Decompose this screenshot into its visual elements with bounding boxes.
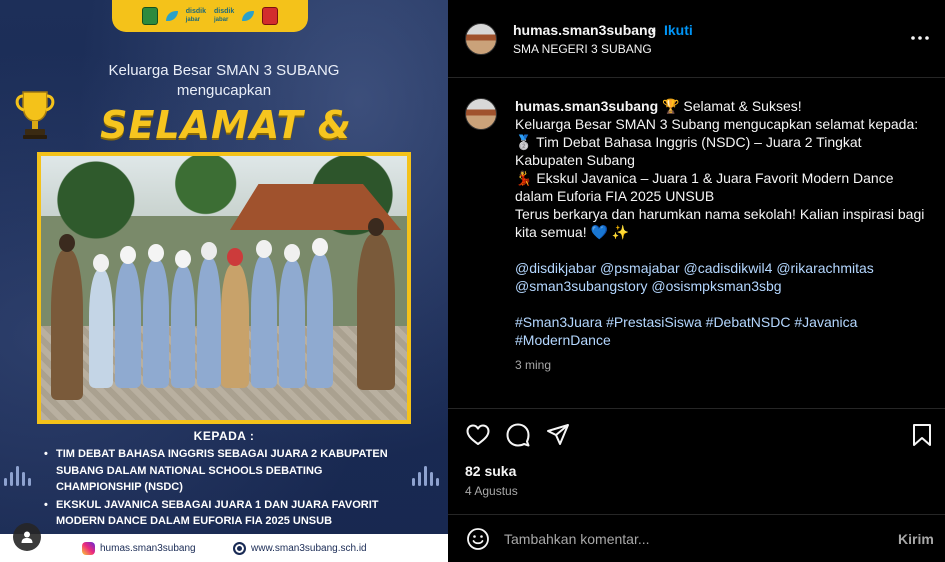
caption-line-3: 🥈 Tim Debat Bahasa Inggris (NSDC) – Juar…	[515, 134, 862, 168]
globe-icon	[233, 542, 246, 555]
photo-person	[89, 270, 113, 388]
photo-person-head	[93, 254, 109, 272]
recipients-list: TIM DEBAT BAHASA INGGRIS SEBAGAI JUARA 2…	[44, 446, 406, 531]
emoji-icon[interactable]	[465, 526, 491, 552]
subang-emblem-icon	[262, 7, 279, 25]
hashtag-link[interactable]: #DebatNSDC	[706, 314, 791, 330]
caption-username[interactable]: humas.sman3subang	[515, 98, 658, 114]
user-icon	[21, 531, 33, 543]
group-photo	[37, 152, 411, 424]
footer-website-url: www.sman3subang.sch.id	[251, 543, 367, 554]
comment-input[interactable]	[504, 529, 864, 549]
photo-person	[221, 264, 249, 388]
post-panel: humas.sman3subang • Ikuti SMA NEGERI 3 S…	[448, 0, 945, 562]
post-date[interactable]: 4 Agustus	[465, 484, 518, 498]
hashtag-link[interactable]: #Javanica	[794, 314, 857, 330]
footer-instagram: humas.sman3subang	[82, 542, 196, 555]
partner-logo-2-sub: jabar	[214, 17, 229, 23]
partner-logo-2-label: disdik	[214, 8, 235, 15]
comment-bar: Kirim	[448, 514, 945, 562]
location-label[interactable]: SMA NEGERI 3 SUBANG	[513, 42, 652, 56]
photo-person	[279, 260, 305, 388]
disdik-logo-icon	[242, 11, 255, 21]
photo-person	[115, 262, 141, 388]
photo-person-head	[256, 240, 272, 258]
logo-tab: disdik jabar disdik jabar	[112, 0, 308, 32]
author-avatar[interactable]	[465, 23, 497, 55]
post-comment-button[interactable]: Kirim	[898, 531, 934, 547]
photo-person-head	[284, 244, 300, 262]
bookmark-icon[interactable]	[909, 422, 935, 448]
greeting-line-2: mengucapkan	[176, 82, 272, 99]
follow-button[interactable]: Ikuti	[664, 22, 693, 38]
photo-person	[171, 266, 195, 388]
share-icon[interactable]	[545, 422, 571, 448]
caption-line-5: Terus berkarya dan harumkan nama sekolah…	[515, 206, 925, 240]
tagged-users-button[interactable]	[13, 523, 41, 551]
photo-person	[357, 234, 395, 390]
header-separator: •	[651, 22, 656, 38]
comment-icon[interactable]	[505, 422, 531, 448]
caption-line-1: 🏆 Selamat & Sukses!	[662, 98, 802, 114]
photo-person	[197, 258, 221, 388]
post-header: humas.sman3subang • Ikuti SMA NEGERI 3 S…	[448, 0, 945, 78]
post-caption: humas.sman3subang 🏆 Selamat & Sukses! Ke…	[515, 97, 927, 349]
photo-person-head	[120, 246, 136, 264]
sound-wave-right-icon	[408, 462, 446, 490]
partner-logo-1-sub: jabar	[185, 17, 201, 23]
actions-bar: 82 suka 4 Agustus	[448, 408, 945, 518]
mention-link[interactable]: @disdikjabar	[515, 260, 596, 276]
caption-hashtags: #Sman3Juara #PrestasiSiswa #DebatNSDC #J…	[515, 313, 927, 349]
post-image[interactable]: disdik jabar disdik jabar Keluarga Besar…	[0, 0, 448, 562]
partner-logo-2: disdik jabar	[214, 8, 234, 24]
recipients-label: KEPADA :	[193, 429, 255, 443]
trophy-icon	[15, 91, 55, 139]
caption-line-2: Keluarga Besar SMAN 3 Subang mengucapkan…	[515, 116, 919, 132]
recipient-item: TIM DEBAT BAHASA INGGRIS SEBAGAI JUARA 2…	[44, 446, 406, 496]
photo-person	[307, 254, 333, 388]
image-footer: humas.sman3subang www.sman3subang.sch.id	[0, 534, 448, 562]
caption-avatar[interactable]	[465, 98, 497, 130]
mention-link[interactable]: @psmajabar	[600, 260, 680, 276]
caption-first-line: humas.sman3subang 🏆 Selamat & Sukses!	[515, 97, 927, 115]
photo-person-head	[175, 250, 191, 268]
hashtag-link[interactable]: #PrestasiSiswa	[606, 314, 702, 330]
sound-wave-left-icon	[2, 462, 40, 490]
caption-line-4: 💃 Ekskul Javanica – Juara 1 & Juara Favo…	[515, 170, 894, 204]
heart-icon[interactable]	[465, 422, 491, 448]
photo-person	[143, 260, 169, 388]
photo-person-head	[368, 218, 384, 236]
photo-person-head	[148, 244, 164, 262]
hashtag-link[interactable]: #Sman3Juara	[515, 314, 602, 330]
photo-person	[51, 250, 83, 400]
greeting-line-1: Keluarga Besar SMAN 3 SUBANG	[108, 62, 340, 79]
mention-link[interactable]: @sman3subangstory	[515, 278, 648, 294]
hashtag-link[interactable]: #ModernDance	[515, 332, 611, 348]
instagram-icon	[82, 542, 95, 555]
like-count[interactable]: 82 suka	[465, 463, 516, 479]
partner-logo-1: disdik jabar	[186, 8, 206, 24]
caption-gap	[515, 295, 927, 313]
footer-instagram-handle: humas.sman3subang	[100, 543, 196, 554]
mention-link[interactable]: @rikarachmitas	[776, 260, 873, 276]
photo-person-head	[201, 242, 217, 260]
photo-person-head	[312, 238, 328, 256]
caption-gap	[515, 241, 927, 259]
photo-person	[251, 256, 277, 388]
footer-website: www.sman3subang.sch.id	[233, 542, 367, 555]
disdik-logo-icon	[165, 11, 178, 21]
photo-person-head	[227, 248, 243, 266]
photo-person-head	[59, 234, 75, 252]
partner-logo-1-label: disdik	[185, 8, 206, 15]
author-username[interactable]: humas.sman3subang	[513, 22, 656, 38]
caption-time[interactable]: 3 ming	[515, 358, 551, 372]
mention-link[interactable]: @osismpksman3sbg	[651, 278, 781, 294]
west-java-emblem-icon	[141, 7, 158, 25]
more-options-icon[interactable]	[909, 28, 931, 48]
recipient-item: EKSKUL JAVANICA SEBAGAI JUARA 1 DAN JUAR…	[44, 497, 406, 530]
mention-link[interactable]: @cadisdikwil4	[684, 260, 773, 276]
caption-mentions: @disdikjabar @psmajabar @cadisdikwil4 @r…	[515, 259, 927, 295]
